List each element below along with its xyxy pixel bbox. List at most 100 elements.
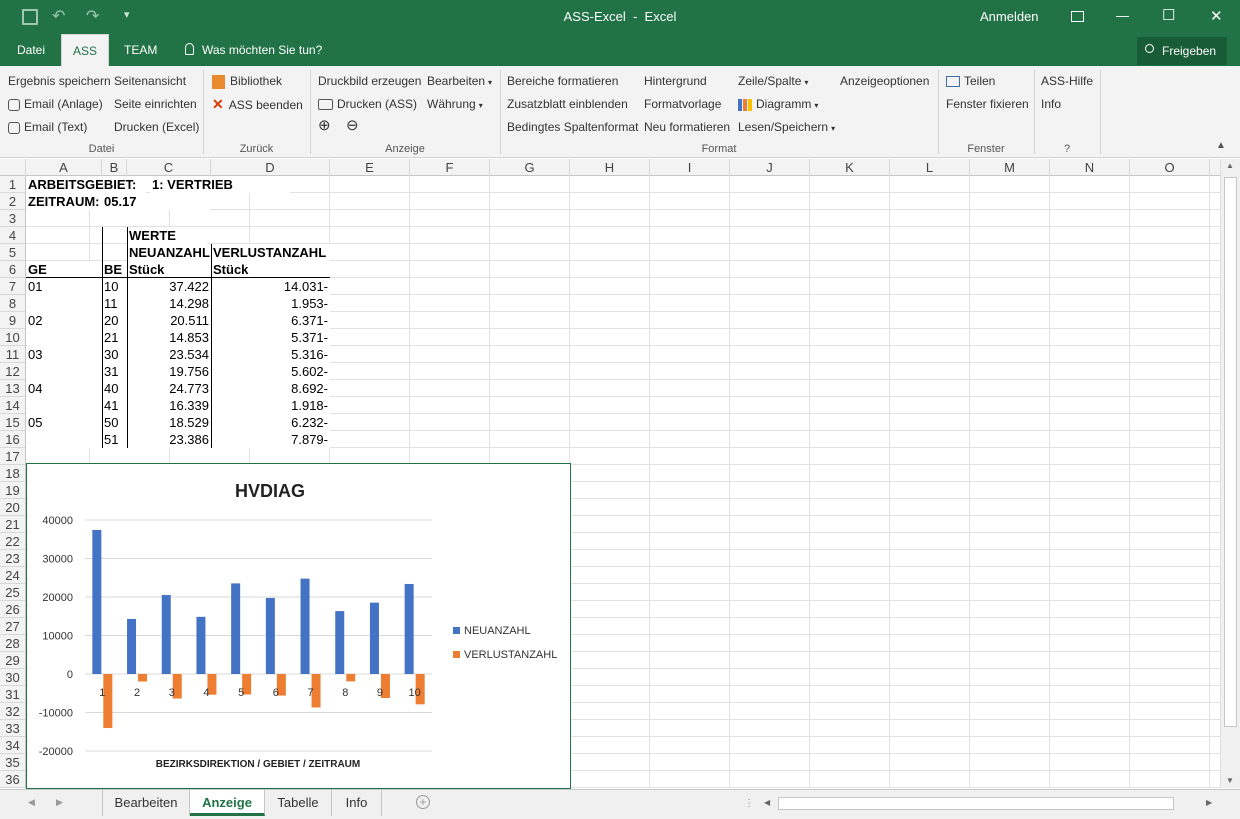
page-setup-button[interactable]: Seite einrichten bbox=[114, 94, 197, 114]
undo-icon[interactable]: ↶ bbox=[52, 6, 65, 26]
library-button[interactable]: Bibliothek bbox=[212, 71, 282, 91]
cell-neu[interactable]: 16.339 bbox=[127, 397, 211, 414]
row-header-25[interactable]: 25 bbox=[0, 584, 25, 601]
cell-verl[interactable]: 7.879- bbox=[211, 431, 330, 448]
bar-neuanzahl[interactable] bbox=[369, 602, 379, 674]
add-sheet-icon[interactable]: + bbox=[416, 795, 430, 809]
sheet-tab-tabelle[interactable]: Tabelle bbox=[265, 790, 332, 816]
column-header-o[interactable]: O bbox=[1130, 159, 1210, 176]
column-header-h[interactable]: H bbox=[570, 159, 650, 176]
prev-sheet-icon[interactable]: ◀ bbox=[28, 797, 35, 808]
bar-neuanzahl[interactable] bbox=[335, 611, 345, 674]
row-header-7[interactable]: 7 bbox=[0, 278, 25, 295]
row-header-5[interactable]: 5 bbox=[0, 244, 25, 261]
currency-dropdown[interactable]: Währung ▾ bbox=[427, 94, 483, 114]
exit-ass-button[interactable]: ✕ ASS beenden bbox=[212, 94, 303, 114]
tab-datei[interactable]: Datei bbox=[17, 34, 47, 66]
row-header-22[interactable]: 22 bbox=[0, 533, 25, 550]
info-button[interactable]: Info bbox=[1041, 94, 1061, 114]
next-sheet-icon[interactable]: ▶ bbox=[56, 797, 63, 808]
bar-neuanzahl[interactable] bbox=[127, 618, 137, 674]
cell-verl[interactable]: 8.692- bbox=[211, 380, 330, 397]
row-header-32[interactable]: 32 bbox=[0, 703, 25, 720]
show-extra-sheet-button[interactable]: Zusatzblatt einblenden bbox=[507, 94, 628, 114]
vertical-scrollbar[interactable]: ▲ ▼ bbox=[1220, 159, 1240, 788]
print-excel-button[interactable]: Drucken (Excel) bbox=[114, 117, 199, 137]
row-header-2[interactable]: 2 bbox=[0, 193, 25, 210]
tab-split-handle[interactable]: ⋮ bbox=[744, 798, 754, 809]
column-header-i[interactable]: I bbox=[650, 159, 730, 176]
select-all-corner[interactable] bbox=[0, 159, 26, 176]
ribbon-display-icon[interactable] bbox=[1071, 11, 1084, 22]
cell-ge[interactable] bbox=[26, 397, 102, 414]
zoom-out-icon[interactable]: ⊖ bbox=[346, 116, 359, 136]
bar-neuanzahl[interactable] bbox=[196, 616, 206, 674]
column-header-k[interactable]: K bbox=[810, 159, 890, 176]
cell-verl[interactable]: 5.602- bbox=[211, 363, 330, 380]
row-header-12[interactable]: 12 bbox=[0, 363, 25, 380]
cell-verl[interactable]: 5.371- bbox=[211, 329, 330, 346]
scroll-up-icon[interactable]: ▲ bbox=[1226, 161, 1234, 170]
cell-be[interactable]: 20 bbox=[102, 312, 127, 329]
bar-neuanzahl[interactable] bbox=[404, 583, 414, 674]
cell-verl[interactable]: 14.031- bbox=[211, 278, 330, 295]
column-header-c[interactable]: C bbox=[127, 159, 211, 176]
row-header-23[interactable]: 23 bbox=[0, 550, 25, 567]
cell-neu[interactable]: 37.422 bbox=[127, 278, 211, 295]
page-view-button[interactable]: Seitenansicht bbox=[114, 71, 186, 91]
cell-ge[interactable] bbox=[26, 431, 102, 448]
row-header-26[interactable]: 26 bbox=[0, 601, 25, 618]
bar-neuanzahl[interactable] bbox=[265, 597, 275, 674]
cell-ge[interactable]: 04 bbox=[26, 380, 102, 397]
tab-ass[interactable]: ASS bbox=[61, 34, 109, 66]
cell-verl[interactable]: 1.953- bbox=[211, 295, 330, 312]
cell-neu[interactable]: 24.773 bbox=[127, 380, 211, 397]
minimize-button[interactable]: — bbox=[1116, 8, 1129, 23]
close-button[interactable]: ✕ bbox=[1210, 7, 1223, 25]
cell-neu[interactable]: 14.298 bbox=[127, 295, 211, 312]
column-header-b[interactable]: B bbox=[102, 159, 127, 176]
bar-neuanzahl[interactable] bbox=[92, 529, 102, 674]
bar-verlustanzahl[interactable] bbox=[346, 674, 356, 682]
cell-be[interactable]: 31 bbox=[102, 363, 127, 380]
cell-neu[interactable]: 20.511 bbox=[127, 312, 211, 329]
chart-hvdiag[interactable]: HVDIAG BEZIRKSDIREKTION / GEBIET / ZEITR… bbox=[26, 463, 571, 789]
cell-be[interactable]: 50 bbox=[102, 414, 127, 431]
cell-stueck-neu[interactable]: Stück bbox=[127, 261, 211, 278]
cell-period-value[interactable]: 05.17 bbox=[102, 193, 210, 210]
cell-be-header[interactable]: BE bbox=[102, 261, 127, 278]
cell-neu[interactable]: 18.529 bbox=[127, 414, 211, 431]
row-header-21[interactable]: 21 bbox=[0, 516, 25, 533]
cell-be[interactable]: 21 bbox=[102, 329, 127, 346]
cell-neu[interactable]: 19.756 bbox=[127, 363, 211, 380]
cell-be[interactable]: 40 bbox=[102, 380, 127, 397]
cell-verl[interactable]: 5.316- bbox=[211, 346, 330, 363]
cell-ge[interactable]: 02 bbox=[26, 312, 102, 329]
cell-ge[interactable]: 05 bbox=[26, 414, 102, 431]
row-header-19[interactable]: 19 bbox=[0, 482, 25, 499]
row-header-6[interactable]: 6 bbox=[0, 261, 25, 278]
cell-verl[interactable]: 6.232- bbox=[211, 414, 330, 431]
row-header-30[interactable]: 30 bbox=[0, 669, 25, 686]
hscroll-right-icon[interactable]: ▶ bbox=[1206, 798, 1212, 807]
sheet-tab-bearbeiten[interactable]: Bearbeiten bbox=[102, 790, 190, 816]
column-header-m[interactable]: M bbox=[970, 159, 1050, 176]
cell-ge[interactable] bbox=[26, 363, 102, 380]
edit-dropdown[interactable]: Bearbeiten ▾ bbox=[427, 71, 492, 91]
row-header-11[interactable]: 11 bbox=[0, 346, 25, 363]
cell-neu[interactable]: 14.853 bbox=[127, 329, 211, 346]
scroll-down-icon[interactable]: ▼ bbox=[1226, 776, 1234, 785]
row-header-20[interactable]: 20 bbox=[0, 499, 25, 516]
background-button[interactable]: Hintergrund bbox=[644, 71, 707, 91]
row-header-15[interactable]: 15 bbox=[0, 414, 25, 431]
row-header-3[interactable]: 3 bbox=[0, 210, 25, 227]
diagram-dropdown[interactable]: Diagramm ▾ bbox=[738, 94, 818, 114]
row-header-31[interactable]: 31 bbox=[0, 686, 25, 703]
cell-neu[interactable]: 23.534 bbox=[127, 346, 211, 363]
share-button[interactable]: Freigeben bbox=[1137, 37, 1227, 65]
row-column-dropdown[interactable]: Zeile/Spalte ▾ bbox=[738, 71, 808, 91]
cell-verlustanzahl[interactable]: VERLUSTANZAHL bbox=[211, 244, 330, 261]
row-header-27[interactable]: 27 bbox=[0, 618, 25, 635]
redo-icon[interactable]: ↷ bbox=[86, 6, 99, 26]
cell-ge[interactable] bbox=[26, 295, 102, 312]
